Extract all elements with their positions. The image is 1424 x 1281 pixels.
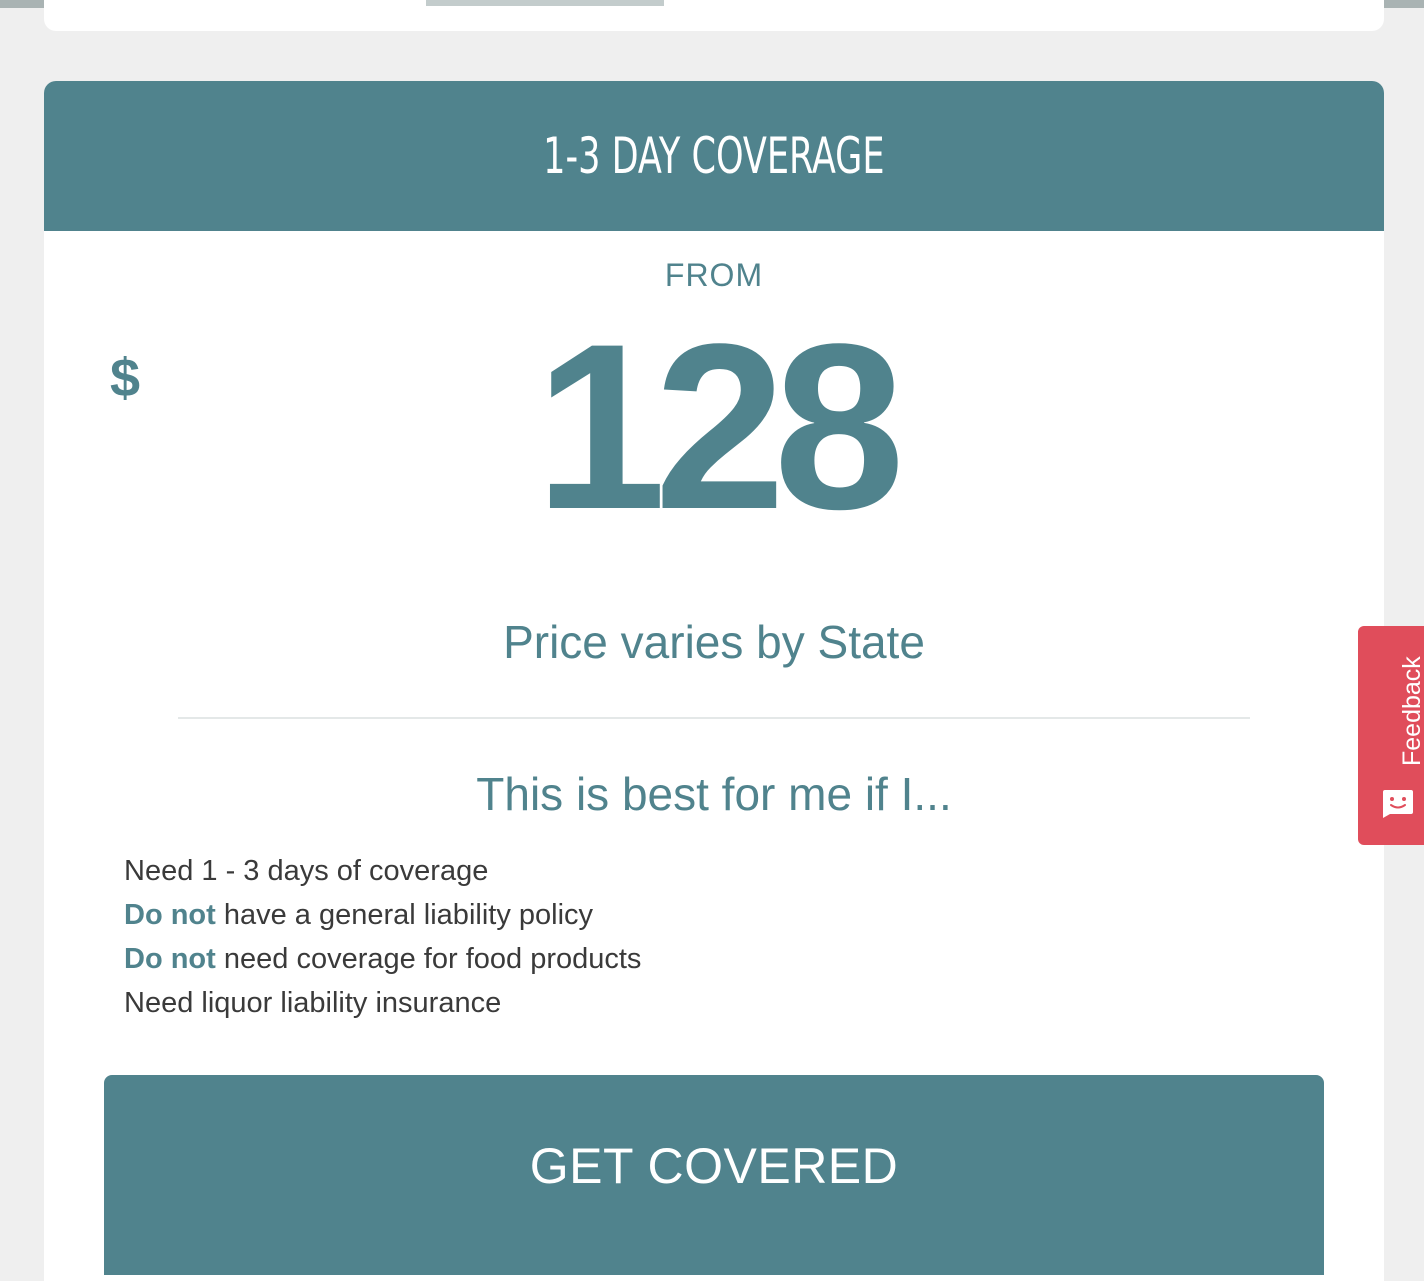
- list-item: Need 1 - 3 days of coverage: [124, 849, 641, 893]
- suitability-list: Need 1 - 3 days of coverage Do not have …: [124, 849, 641, 1025]
- price-value: 128: [535, 295, 905, 559]
- list-item-text: have a general liability policy: [215, 899, 594, 931]
- list-item-text: Need liquor liability insurance: [124, 987, 502, 1019]
- list-item-text: need coverage for food products: [215, 943, 642, 975]
- list-item-emphasis: Do not: [124, 943, 216, 975]
- feedback-tab[interactable]: Feedback: [1358, 626, 1424, 845]
- price-note: Price varies by State: [503, 616, 925, 668]
- list-item: Do not need coverage for food products: [124, 937, 641, 981]
- list-item-text: Need 1 - 3 days of coverage: [124, 855, 489, 887]
- suitability-heading: This is best for me if I...: [476, 768, 952, 820]
- list-item-emphasis: Do not: [124, 899, 216, 931]
- plan-card-header: 1-3 DAY COVERAGE: [44, 81, 1384, 231]
- list-item: Need liquor liability insurance: [124, 981, 641, 1025]
- list-item: Do not have a general liability policy: [124, 893, 641, 937]
- previous-card-bottom: [44, 0, 1384, 31]
- divider: [178, 717, 1250, 719]
- plan-title: 1-3 DAY COVERAGE: [543, 127, 885, 185]
- smiley-chat-icon: [1383, 790, 1413, 818]
- get-covered-button[interactable]: GET COVERED: [104, 1075, 1324, 1275]
- plan-card: 1-3 DAY COVERAGE FROM $ 128 Price varies…: [44, 81, 1384, 1281]
- feedback-label: Feedback: [1398, 656, 1424, 766]
- active-tab-indicator: [426, 0, 664, 6]
- from-label: FROM: [664, 257, 764, 293]
- get-covered-label: GET COVERED: [529, 1138, 899, 1194]
